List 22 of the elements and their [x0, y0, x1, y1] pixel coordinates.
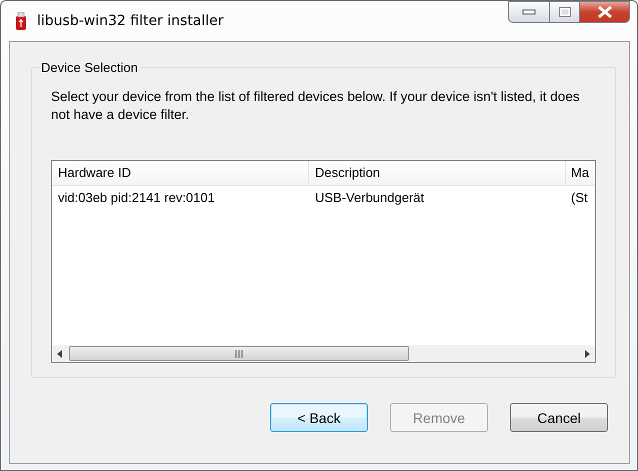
minimize-icon	[522, 9, 536, 15]
column-header[interactable]: Description	[309, 161, 566, 185]
right-arrow-icon[interactable]	[584, 350, 590, 358]
close-icon	[596, 5, 614, 19]
window-title: libusb-win32 filter installer	[37, 13, 224, 29]
close-button[interactable]	[580, 1, 630, 23]
left-arrow-icon[interactable]	[57, 350, 63, 358]
usb-drive-icon	[15, 12, 27, 30]
column-header[interactable]: Hardware ID	[52, 161, 309, 185]
dialog-button[interactable]: < Back	[270, 403, 368, 432]
table-cell[interactable]: vid:03eb pid:2141 rev:0101	[52, 190, 309, 204]
table-cell[interactable]: USB-Verbundgerät	[309, 190, 566, 204]
table-cell[interactable]: (St	[566, 190, 590, 204]
maximize-icon	[558, 6, 572, 18]
horizontal-scrollbar[interactable]	[52, 345, 595, 362]
dialog-button[interactable]: Cancel	[510, 403, 608, 432]
instruction-text: Select your device from the list of filtered devices below. If your device isn't listed, it does not have a device filter.	[51, 88, 581, 124]
scroll-thumb[interactable]	[69, 346, 409, 361]
column-header[interactable]: Ma	[566, 161, 590, 185]
maximize-button[interactable]	[550, 1, 580, 23]
minimize-button[interactable]	[508, 1, 550, 23]
group-title: Device Selection	[40, 60, 139, 75]
